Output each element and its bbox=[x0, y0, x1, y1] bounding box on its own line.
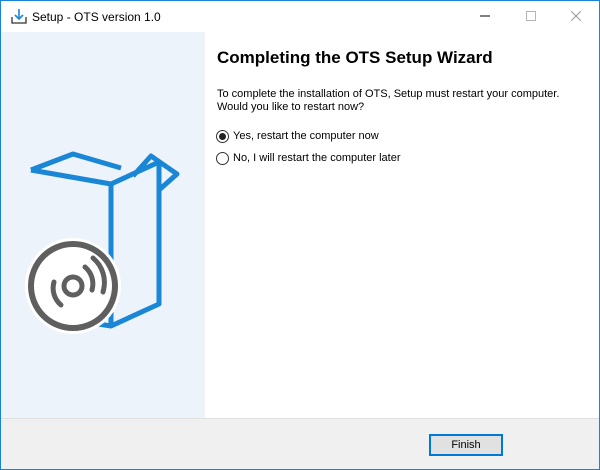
restart-later-option[interactable]: No, I will restart the computer later bbox=[216, 150, 401, 166]
restart-description: To complete the installation of OTS, Set… bbox=[217, 88, 560, 113]
restart-now-option[interactable]: Yes, restart the computer now bbox=[216, 128, 379, 144]
installer-icon bbox=[10, 7, 28, 25]
maximize-button[interactable] bbox=[508, 1, 554, 32]
box-with-disc-illustration bbox=[23, 150, 183, 340]
close-icon bbox=[570, 8, 582, 26]
finish-button[interactable]: Finish bbox=[429, 434, 503, 456]
restart-now-label: Yes, restart the computer now bbox=[233, 130, 379, 142]
wizard-footer: Finish bbox=[1, 418, 599, 469]
minimize-icon bbox=[480, 8, 490, 26]
restart-later-radio[interactable] bbox=[216, 151, 229, 165]
maximize-icon bbox=[526, 8, 536, 26]
minimize-button[interactable] bbox=[462, 1, 508, 32]
restart-later-label: No, I will restart the computer later bbox=[233, 152, 401, 164]
page-title: Completing the OTS Setup Wizard bbox=[217, 48, 493, 67]
restart-now-radio[interactable] bbox=[216, 129, 229, 143]
close-button[interactable] bbox=[553, 1, 599, 32]
setup-window: Setup - OTS version 1.0 Completing the O… bbox=[0, 0, 600, 470]
window-title: Setup - OTS version 1.0 bbox=[32, 10, 161, 24]
title-bar[interactable]: Setup - OTS version 1.0 bbox=[1, 1, 599, 32]
wizard-side-panel bbox=[1, 32, 205, 418]
